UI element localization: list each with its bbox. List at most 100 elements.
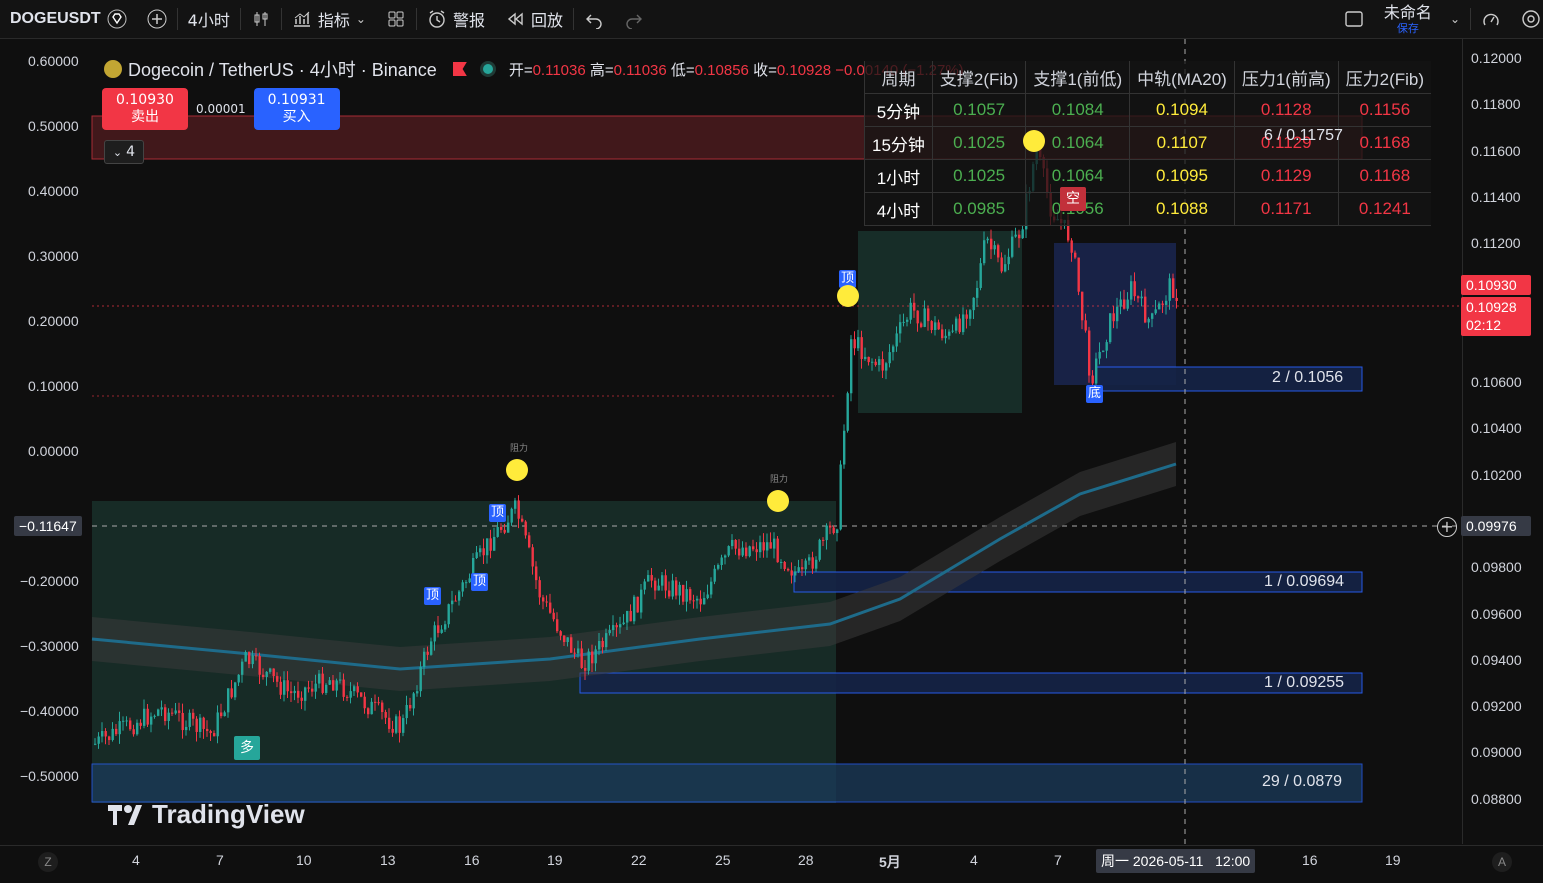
time-axis[interactable]: Z 4 7 10 13 16 19 22 25 28 5月 4 7 周一 202… bbox=[0, 845, 1543, 883]
zone-box-4 bbox=[91, 763, 1363, 803]
candle-body bbox=[108, 736, 111, 741]
buy-label: 买入 bbox=[282, 109, 311, 125]
r2-cell: 0.1241 bbox=[1337, 192, 1432, 226]
candle-body bbox=[416, 691, 419, 694]
candle-body bbox=[780, 561, 783, 563]
candle-body bbox=[1098, 351, 1101, 359]
candle-body bbox=[853, 339, 856, 349]
replay-button[interactable]: 回放 bbox=[495, 0, 573, 38]
candle-body bbox=[692, 600, 695, 602]
mid-cell: 0.1095 bbox=[1129, 159, 1235, 193]
candle-body bbox=[888, 352, 891, 364]
candle-body bbox=[965, 314, 968, 319]
signal-dot bbox=[1023, 130, 1045, 152]
candle-body bbox=[591, 651, 594, 664]
right-price-axis[interactable]: 0.12000 0.11800 0.11600 0.11400 0.11200 … bbox=[1461, 39, 1543, 844]
dogecoin-logo-icon bbox=[104, 60, 122, 78]
candle-body bbox=[325, 684, 328, 693]
candles-icon bbox=[251, 9, 271, 29]
right-tick: 0.09400 bbox=[1471, 652, 1522, 668]
chart-legend[interactable]: Dogecoin / TetherUS · 4小时 · Binance 开=0.… bbox=[104, 56, 964, 82]
high-label: 高= bbox=[589, 61, 614, 79]
sell-button[interactable]: 0.10930 卖出 bbox=[102, 88, 188, 130]
period-cell: 1小时 bbox=[864, 159, 933, 193]
candle-body bbox=[790, 570, 793, 576]
candle-body bbox=[612, 625, 615, 631]
chart-type-button[interactable] bbox=[241, 0, 281, 38]
add-alert-icon[interactable]: + bbox=[1437, 517, 1457, 537]
layout-name-button[interactable]: 未命名 保存 ⌄ bbox=[1374, 0, 1470, 38]
candle-body bbox=[1133, 281, 1136, 297]
candle-body bbox=[230, 688, 233, 698]
candle-body bbox=[566, 637, 569, 643]
undo-button[interactable] bbox=[574, 0, 614, 38]
candle-body bbox=[1091, 375, 1094, 384]
candle-body bbox=[899, 322, 902, 334]
chart-area[interactable]: Dogecoin / TetherUS · 4小时 · Binance 开=0.… bbox=[0, 39, 1543, 882]
candle-body bbox=[433, 625, 436, 642]
candle-body bbox=[993, 245, 996, 250]
candle-body bbox=[496, 527, 499, 537]
left-tick: 0.00000 bbox=[28, 443, 79, 459]
candle-body bbox=[927, 308, 930, 322]
tradingview-logo[interactable]: TradingView bbox=[106, 799, 305, 830]
interval-button[interactable]: 4小时 bbox=[178, 0, 240, 38]
candle-body bbox=[153, 715, 156, 717]
candle-body bbox=[307, 687, 310, 689]
countdown-value: 02:12 bbox=[1466, 316, 1502, 333]
candle-body bbox=[370, 701, 373, 715]
candle-body bbox=[587, 651, 590, 671]
left-price-axis[interactable]: 0.60000 0.50000 0.40000 0.30000 0.20000 … bbox=[0, 39, 92, 844]
header-mid: 中轨(MA20) bbox=[1129, 61, 1235, 94]
top-signal-badge: 顶 bbox=[489, 504, 507, 522]
header-r2: 压力2(Fib) bbox=[1337, 61, 1432, 94]
diamond-icon[interactable] bbox=[107, 9, 127, 29]
compare-button[interactable] bbox=[137, 0, 177, 38]
status-dot-icon bbox=[482, 64, 493, 74]
candle-body bbox=[608, 630, 611, 634]
right-tick: 0.10200 bbox=[1471, 467, 1522, 483]
alert-button[interactable]: 警报 bbox=[417, 0, 495, 38]
chevron-down-icon[interactable]: ⌄ bbox=[356, 12, 366, 26]
signal-dot bbox=[506, 459, 528, 481]
mid-cell: 0.1094 bbox=[1129, 93, 1235, 127]
header-s1: 支撑1(前低) bbox=[1025, 61, 1130, 94]
quick-search-button[interactable] bbox=[1471, 0, 1511, 38]
candle-body bbox=[423, 651, 426, 667]
fullscreen-button[interactable] bbox=[1334, 0, 1374, 38]
buy-button[interactable]: 0.10931 买入 bbox=[253, 88, 340, 130]
resistance-tiny-label: 阻力 bbox=[510, 444, 529, 454]
rewind-icon bbox=[505, 9, 525, 29]
layouts-button[interactable] bbox=[376, 0, 416, 38]
time-cursor-tag: 周一 2026-05-11 12:00 bbox=[1096, 849, 1256, 873]
close-label: 收= bbox=[753, 61, 777, 79]
candle-body bbox=[454, 600, 457, 602]
candle-body bbox=[101, 731, 104, 737]
r1-cell: 0.1128 bbox=[1233, 93, 1339, 127]
indicators-collapse-button[interactable]: ⌄ 4 bbox=[104, 140, 144, 164]
axis-corner-z[interactable]: Z bbox=[38, 852, 58, 872]
table-row: 15分钟 0.1025 0.1064 0.1107 0.1129 0.1168 bbox=[864, 126, 1432, 160]
indicators-icon bbox=[292, 9, 312, 29]
candle-body bbox=[216, 712, 219, 737]
spread-value: 0.00001 bbox=[196, 102, 246, 116]
candle-body bbox=[832, 527, 835, 534]
low-value: 0.10856 bbox=[694, 61, 749, 79]
chevron-down-icon[interactable]: ⌄ bbox=[1450, 12, 1460, 26]
candle-body bbox=[538, 580, 541, 598]
axis-corner-a[interactable]: A bbox=[1492, 852, 1512, 872]
settings-button[interactable] bbox=[1511, 0, 1543, 38]
left-tick: −0.40000 bbox=[20, 703, 79, 719]
candle-body bbox=[909, 302, 912, 320]
candle-body bbox=[1175, 297, 1178, 301]
candle-body bbox=[451, 600, 454, 605]
candle-body bbox=[636, 596, 639, 613]
period-cell: 4小时 bbox=[864, 192, 933, 226]
candle-body bbox=[332, 680, 335, 691]
table-row: 1小时 0.1025 0.1064 0.1095 0.1129 0.1168 bbox=[864, 159, 1432, 193]
redo-button[interactable] bbox=[614, 0, 654, 38]
flag-icon[interactable] bbox=[452, 62, 467, 76]
indicators-button[interactable]: 指标 ⌄ bbox=[282, 0, 376, 38]
signal-dot bbox=[837, 285, 859, 307]
symbol-search[interactable]: DOGEUSDT bbox=[0, 0, 137, 38]
